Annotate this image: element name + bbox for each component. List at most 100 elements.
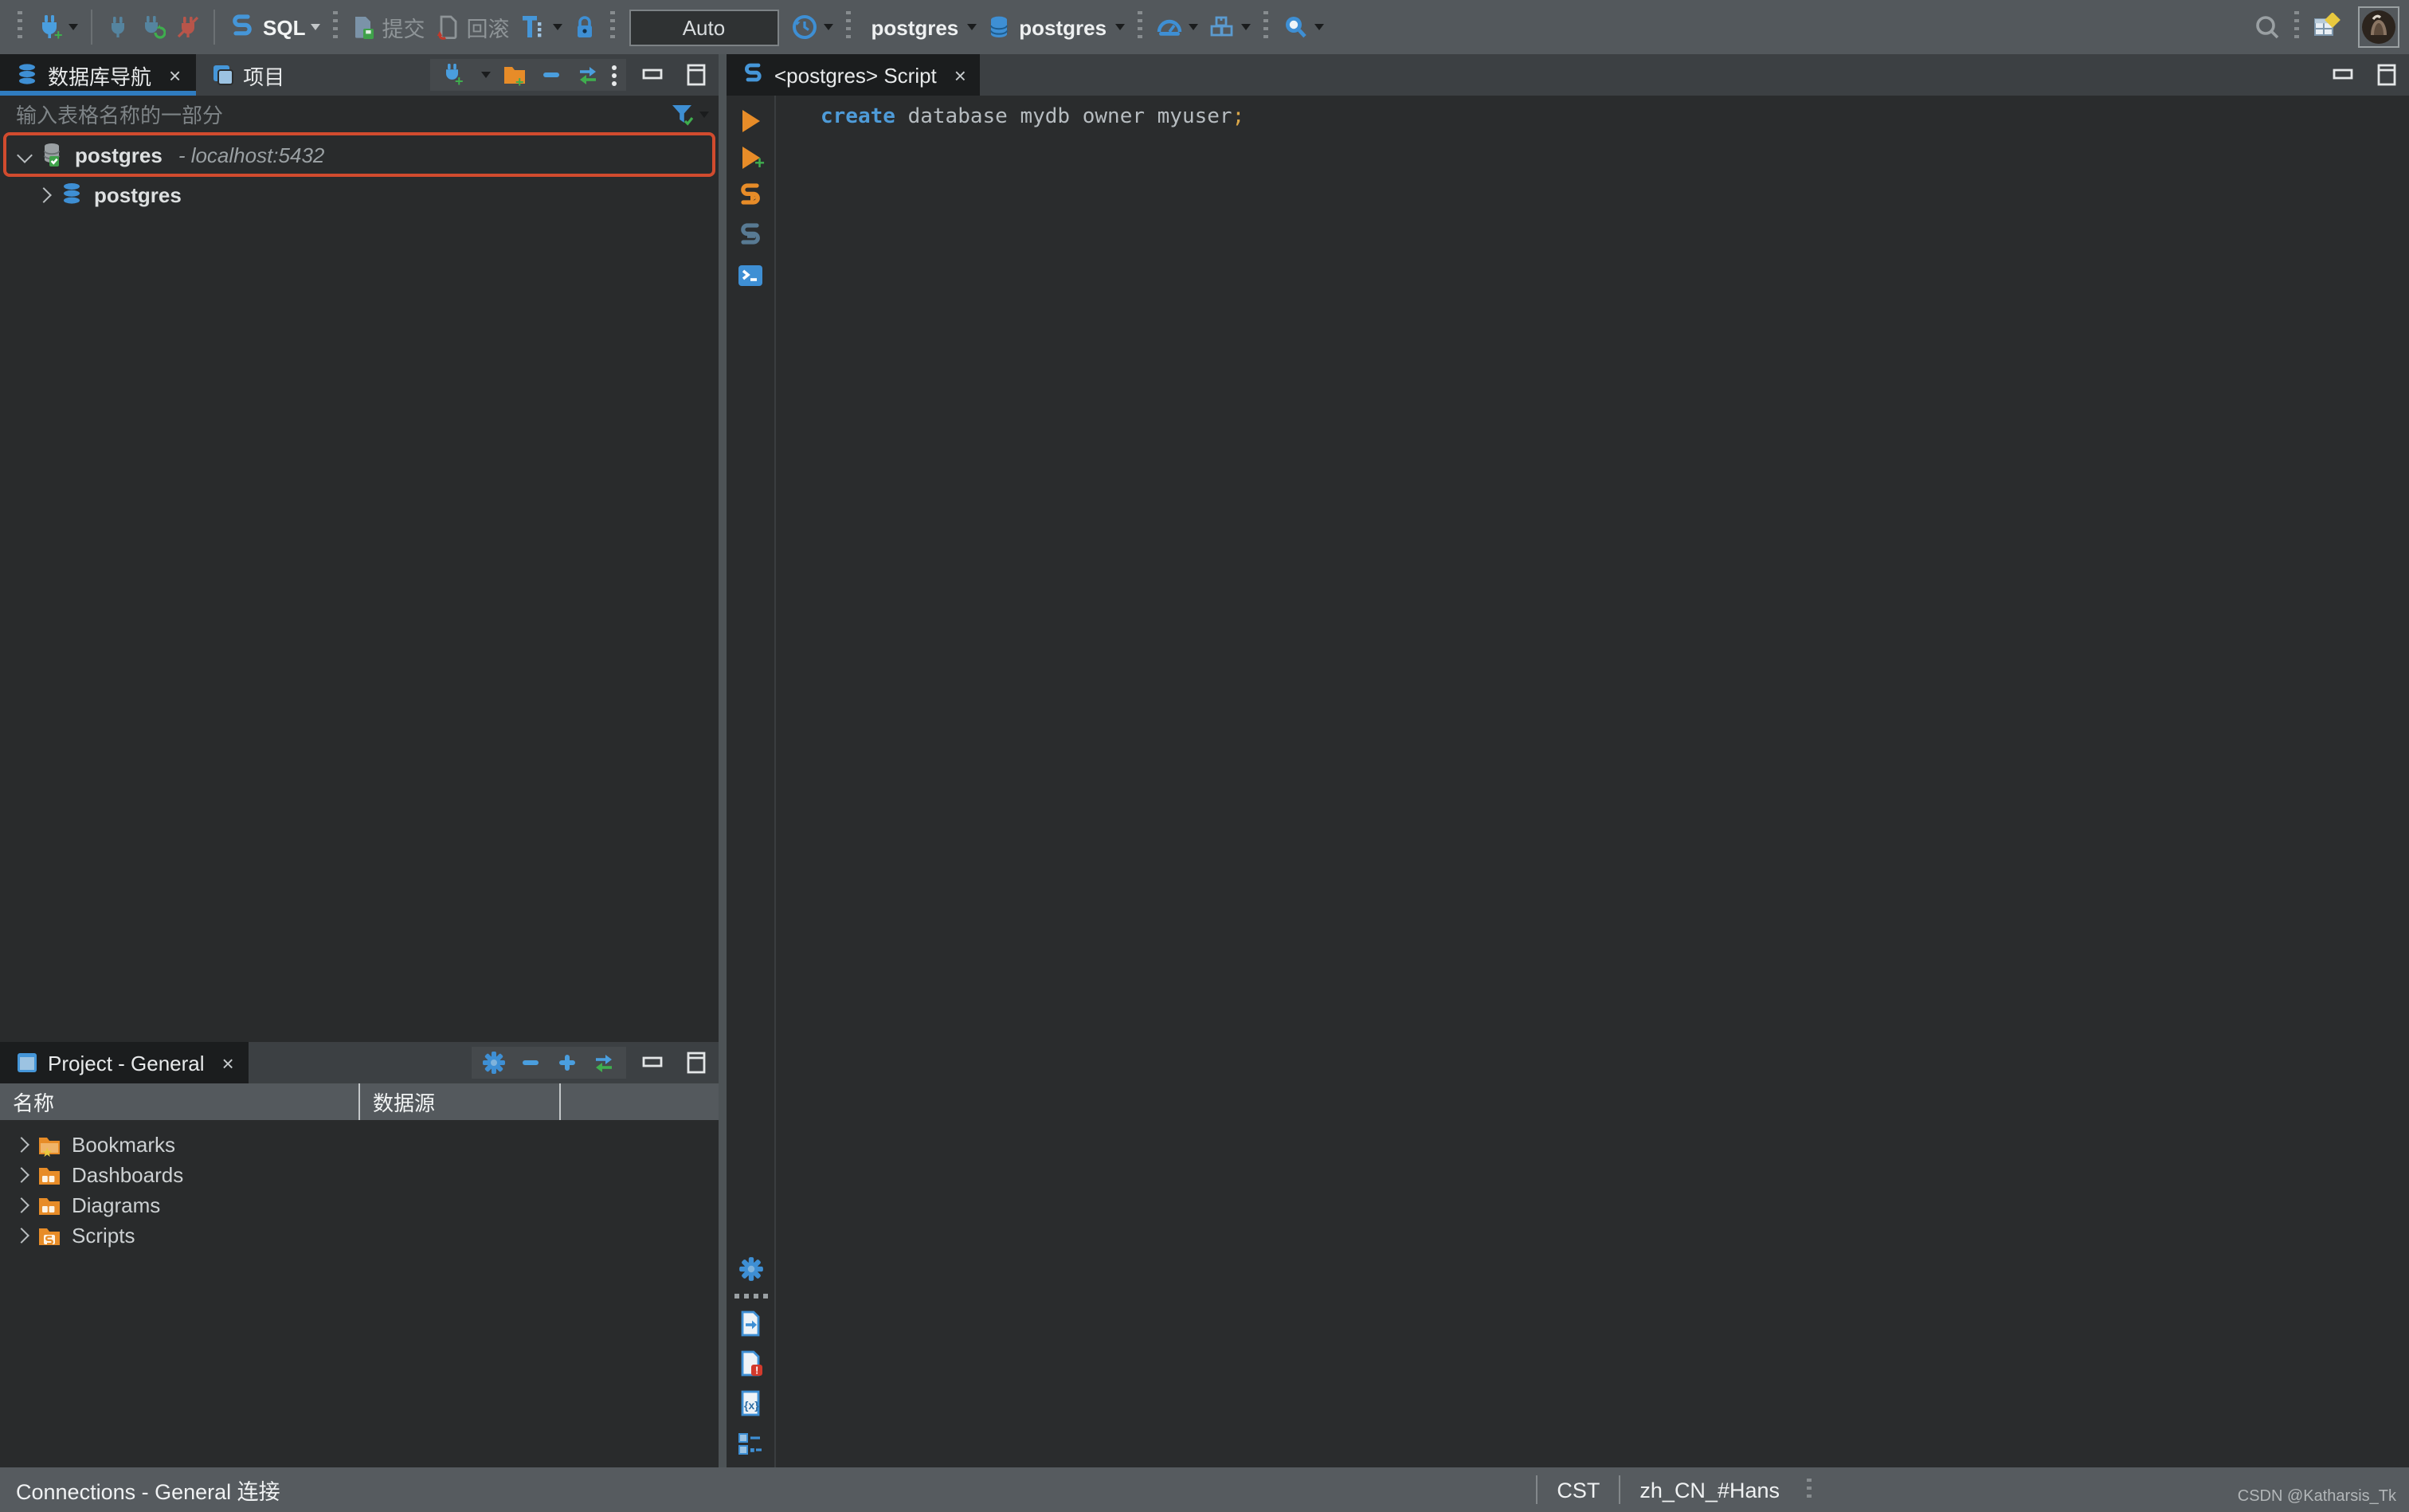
project-item-diagrams[interactable]: Diagrams bbox=[0, 1190, 719, 1220]
project-tabstrip: Project - General × bbox=[0, 1042, 719, 1083]
collapse-all-icon[interactable] bbox=[518, 1050, 543, 1075]
execute-statement-icon[interactable] bbox=[738, 108, 763, 134]
close-project-tab-icon[interactable]: × bbox=[222, 1052, 234, 1073]
execute-in-new-tab-icon[interactable]: + bbox=[738, 145, 763, 170]
tab-sql-script-label: <postgres> Script bbox=[774, 63, 937, 87]
problems-panel-icon[interactable]: ! bbox=[736, 1349, 765, 1378]
tab-database-navigator-label: 数据库导航 bbox=[48, 60, 151, 90]
tree-item-database-postgres[interactable]: postgres bbox=[0, 177, 719, 212]
dashboards-folder-icon bbox=[37, 1162, 62, 1188]
driver-manager-dropdown-caret[interactable] bbox=[1240, 24, 1250, 30]
database-selector[interactable]: postgres bbox=[981, 6, 1129, 48]
maximize-panel-icon[interactable] bbox=[680, 1048, 712, 1077]
outline-panel-icon[interactable] bbox=[736, 1429, 765, 1458]
transaction-log-button[interactable] bbox=[514, 6, 566, 48]
project-item-scripts[interactable]: Scripts bbox=[0, 1220, 719, 1251]
connection-selector-value: postgres bbox=[871, 15, 958, 39]
commit-icon bbox=[350, 14, 375, 40]
gear-icon[interactable] bbox=[481, 1050, 507, 1075]
sql-editor-button[interactable]: SQL bbox=[223, 6, 324, 48]
new-connection-button[interactable]: + bbox=[30, 6, 83, 48]
tab-database-navigator[interactable]: 数据库导航 × bbox=[0, 54, 195, 96]
explain-plan-icon[interactable] bbox=[736, 221, 765, 250]
tree-item-connection-postgres[interactable]: postgres - localhost:5432 bbox=[3, 132, 715, 177]
expander-chevron-icon[interactable] bbox=[14, 1167, 29, 1183]
expander-chevron-icon[interactable] bbox=[14, 1137, 29, 1153]
autocommit-lock-button[interactable] bbox=[566, 6, 601, 48]
beaver-logo-icon bbox=[2361, 10, 2396, 45]
expander-chevron-icon[interactable] bbox=[14, 1197, 29, 1213]
column-header-name[interactable]: 名称 bbox=[0, 1083, 358, 1120]
project-tree: ★ Bookmarks Dashboards bbox=[0, 1120, 719, 1467]
status-timezone[interactable]: CST bbox=[1536, 1475, 1619, 1504]
tab-projects[interactable]: 项目 bbox=[195, 54, 299, 96]
close-editor-tab-icon[interactable]: × bbox=[954, 65, 966, 85]
driver-manager-button[interactable] bbox=[1202, 6, 1255, 48]
history-button[interactable] bbox=[785, 6, 837, 48]
tab-project-general[interactable]: Project - General × bbox=[0, 1042, 249, 1083]
editor-settings-gear-icon[interactable] bbox=[736, 1254, 765, 1283]
execute-script-icon[interactable] bbox=[736, 182, 765, 210]
link-with-editor-icon[interactable] bbox=[575, 62, 601, 88]
svg-text:★: ★ bbox=[41, 1146, 53, 1158]
dashboard-dropdown-caret[interactable] bbox=[1188, 24, 1197, 30]
history-dropdown-caret[interactable] bbox=[823, 24, 832, 30]
database-selector-value: postgres bbox=[1019, 15, 1107, 39]
connection-selector[interactable]: postgres bbox=[858, 6, 981, 48]
disconnect-button[interactable] bbox=[170, 6, 206, 48]
close-navigator-tab-icon[interactable]: × bbox=[169, 65, 181, 85]
project-item-bookmarks[interactable]: ★ Bookmarks bbox=[0, 1130, 719, 1160]
toolbar-drag-handle bbox=[1137, 11, 1142, 43]
sql-scroll-icon bbox=[228, 13, 257, 41]
commit-button[interactable]: 提交 bbox=[345, 6, 429, 48]
new-connection-dropdown-caret[interactable] bbox=[69, 24, 78, 30]
panel-new-connection-caret[interactable] bbox=[481, 72, 491, 78]
maximize-panel-icon[interactable] bbox=[680, 61, 712, 89]
sql-code-area[interactable]: create database mydb owner myuser; bbox=[776, 96, 2409, 1467]
dashboard-button[interactable] bbox=[1150, 6, 1202, 48]
connect-button[interactable] bbox=[100, 6, 135, 48]
navigator-tree: postgres - localhost:5432 postgres bbox=[0, 131, 719, 1042]
panel-splitter[interactable] bbox=[719, 54, 727, 1467]
expand-all-icon[interactable] bbox=[554, 1050, 580, 1075]
link-with-editor-icon[interactable] bbox=[591, 1050, 617, 1075]
tab-sql-script[interactable]: <postgres> Script × bbox=[727, 54, 981, 96]
minimize-editor-icon[interactable] bbox=[2328, 61, 2360, 89]
database-selector-caret[interactable] bbox=[1114, 24, 1124, 30]
collapse-all-icon[interactable] bbox=[539, 62, 564, 88]
project-item-dashboards[interactable]: Dashboards bbox=[0, 1160, 719, 1190]
status-locale[interactable]: zh_CN_#Hans bbox=[1619, 1475, 1799, 1504]
global-search-button[interactable] bbox=[2248, 6, 2286, 48]
expander-chevron-icon[interactable] bbox=[36, 186, 52, 202]
table-filter-input[interactable] bbox=[13, 101, 669, 128]
metadata-search-button[interactable] bbox=[1275, 6, 1328, 48]
sql-console-icon[interactable] bbox=[736, 261, 765, 290]
open-perspective-button[interactable] bbox=[2307, 6, 2345, 48]
maximize-editor-icon[interactable] bbox=[2371, 61, 2403, 89]
filter-funnel-icon[interactable] bbox=[669, 102, 695, 127]
database-icon bbox=[59, 182, 84, 207]
reconnect-button[interactable] bbox=[135, 6, 170, 48]
view-menu-icon[interactable] bbox=[612, 65, 617, 85]
minimize-panel-icon[interactable] bbox=[637, 1048, 669, 1077]
dashboard-gauge-icon bbox=[1154, 13, 1183, 41]
transaction-log-dropdown-caret[interactable] bbox=[552, 24, 562, 30]
panel-new-connection-icon[interactable]: + bbox=[440, 62, 465, 88]
metadata-search-dropdown-caret[interactable] bbox=[1314, 24, 1323, 30]
filter-dropdown-caret[interactable] bbox=[699, 112, 709, 118]
navigator-tabstrip: 数据库导航 × 项目 bbox=[0, 54, 719, 96]
user-avatar[interactable] bbox=[2358, 6, 2399, 48]
variables-panel-icon[interactable]: {x} bbox=[736, 1389, 765, 1418]
rollback-button[interactable]: 回滚 bbox=[429, 6, 514, 48]
minimize-panel-icon[interactable] bbox=[637, 61, 669, 89]
output-panel-icon[interactable] bbox=[736, 1310, 765, 1338]
sql-editor-dropdown-caret[interactable] bbox=[310, 24, 319, 30]
autocommit-mode-value: Auto bbox=[683, 15, 726, 39]
expander-chevron-icon[interactable] bbox=[17, 147, 33, 163]
diagrams-folder-icon bbox=[37, 1193, 62, 1218]
new-folder-icon[interactable]: + bbox=[502, 62, 527, 88]
autocommit-mode-select[interactable]: Auto bbox=[629, 9, 778, 45]
column-header-datasource[interactable]: 数据源 bbox=[358, 1083, 559, 1120]
expander-chevron-icon[interactable] bbox=[14, 1228, 29, 1244]
connection-selector-caret[interactable] bbox=[966, 24, 976, 30]
